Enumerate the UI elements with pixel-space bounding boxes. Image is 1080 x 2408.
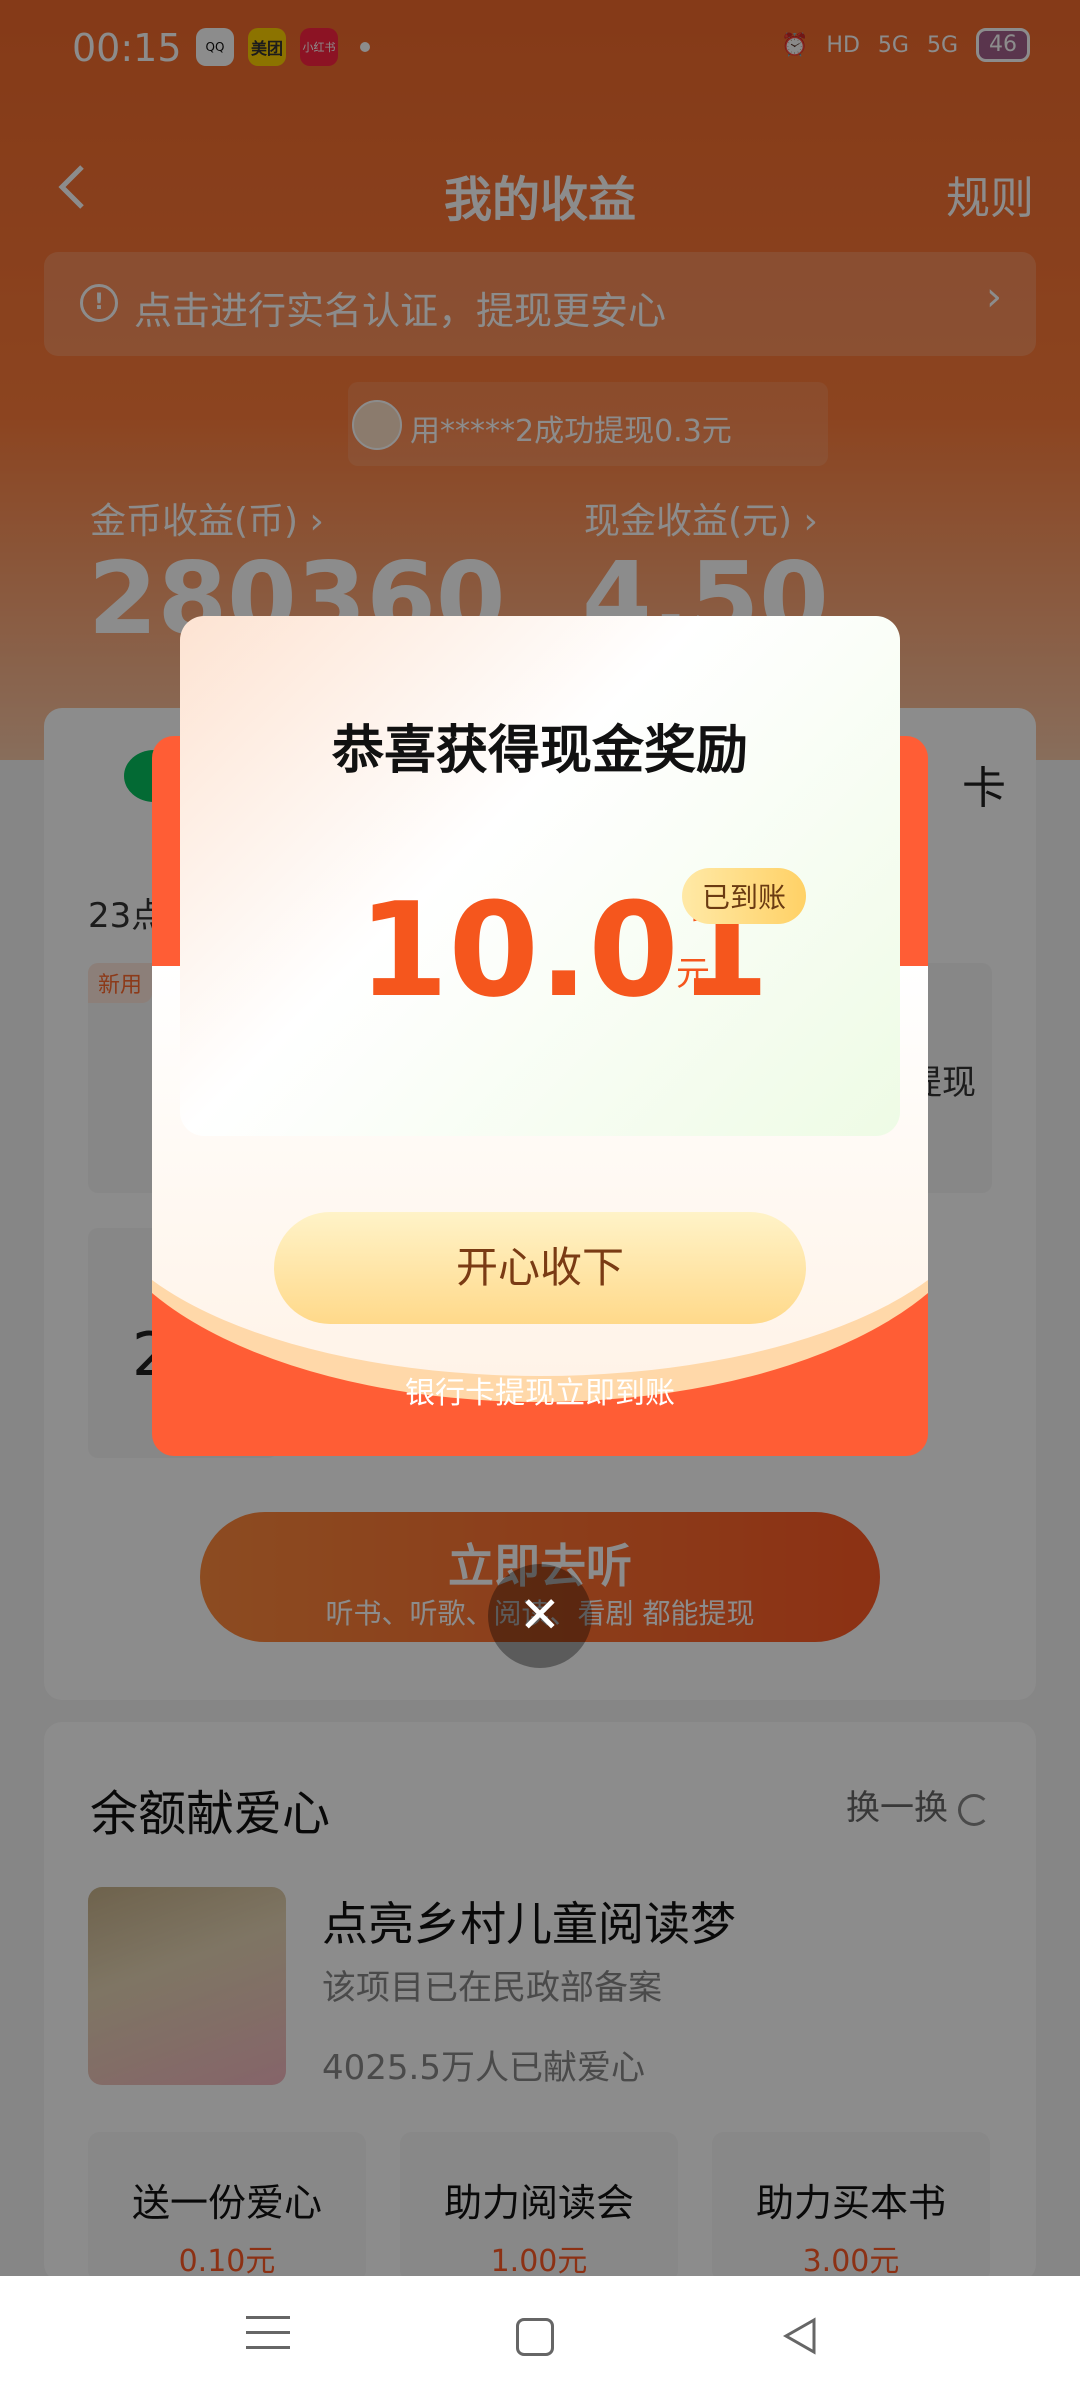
menu-icon[interactable] xyxy=(246,2316,290,2352)
earnings-page: 00:15 QQ 美团 小红书 ⏰ HD 5G 5G 46 我的收益 规则 ! … xyxy=(0,0,1080,2408)
close-icon[interactable]: ✕ xyxy=(488,1564,592,1668)
cash-reward-popup: 恭喜获得现金奖励 10.01 元 已到账 开心收下 银行卡提现立即到账 xyxy=(152,616,928,1456)
home-icon[interactable] xyxy=(516,2318,554,2356)
system-nav-bar xyxy=(0,2276,1080,2408)
popup-subtext: 银行卡提现立即到账 xyxy=(405,1376,675,1411)
accept-button[interactable]: 开心收下 xyxy=(274,1212,806,1324)
back-triangle-icon[interactable] xyxy=(778,2314,822,2358)
reward-unit: 元 xyxy=(676,954,710,994)
popup-title: 恭喜获得现金奖励 xyxy=(331,721,748,781)
credited-badge: 已到账 xyxy=(682,868,807,924)
